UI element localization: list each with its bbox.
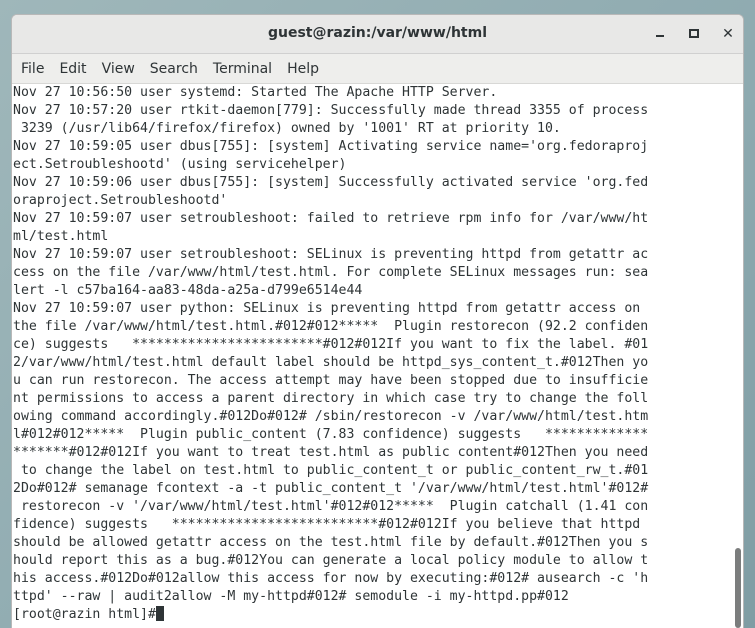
minimize-button[interactable] bbox=[649, 24, 671, 46]
terminal-line: should be allowed getattr access on the … bbox=[13, 535, 649, 550]
terminal-line: restorecon -v '/var/www/html/test.html'#… bbox=[13, 499, 649, 514]
menu-help[interactable]: Help bbox=[287, 59, 319, 79]
menu-bar: File Edit View Search Terminal Help bbox=[12, 54, 743, 84]
terminal-line: Nov 27 10:56:50 user systemd: Started Th… bbox=[13, 85, 498, 100]
shell-prompt: [root@razin html]# bbox=[13, 607, 156, 622]
terminal-line: Nov 27 10:59:07 user setroubleshoot: fai… bbox=[13, 211, 649, 226]
prompt-line[interactable]: [root@razin html]# bbox=[12, 606, 733, 624]
menu-search[interactable]: Search bbox=[150, 59, 198, 79]
maximize-icon bbox=[689, 29, 699, 38]
terminal-line: Nov 27 10:57:20 user rtkit-daemon[779]: … bbox=[13, 103, 649, 118]
terminal-line: Nov 27 10:59:07 user setroubleshoot: SEL… bbox=[13, 247, 649, 262]
close-icon: ✕ bbox=[722, 26, 734, 42]
terminal-line: Nov 27 10:59:05 user dbus[755]: [system]… bbox=[13, 139, 649, 154]
terminal-line: u can run restorecon. The access attempt… bbox=[13, 373, 649, 388]
terminal-line: to change the label on test.html to publ… bbox=[13, 463, 649, 478]
scrollbar-thumb[interactable] bbox=[735, 548, 741, 628]
terminal-line: Nov 27 10:59:06 user dbus[755]: [system]… bbox=[13, 175, 649, 190]
terminal-line: hould report this as a bug.#012You can g… bbox=[13, 553, 649, 568]
terminal-line: ect.Setroubleshootd' (using servicehelpe… bbox=[13, 157, 347, 172]
terminal-line: cess on the file /var/www/html/test.html… bbox=[13, 265, 649, 280]
menu-file[interactable]: File bbox=[21, 59, 44, 79]
terminal-line: *******#012#012If you want to treat test… bbox=[13, 445, 649, 460]
terminal-window: guest@razin:/var/www/html ✕ File Edit Vi… bbox=[11, 14, 744, 628]
terminal-line: 2/var/www/html/test.html default label s… bbox=[13, 355, 649, 370]
terminal-line: lert -l c57ba164-aa83-48da-a25a-d799e651… bbox=[13, 283, 363, 298]
terminal-line: 2Do#012# semanage fcontext -a -t public_… bbox=[13, 481, 649, 496]
terminal-line: Nov 27 10:59:07 user python: SELinux is … bbox=[13, 301, 641, 316]
terminal-line: the file /var/www/html/test.html.#012#01… bbox=[13, 319, 649, 334]
terminal-line: ttpd' --raw | audit2allow -M my-httpd#01… bbox=[13, 589, 569, 604]
terminal-line: l#012#012***** Plugin public_content (7.… bbox=[13, 427, 649, 442]
terminal-line: oraproject.Setroubleshootd' bbox=[13, 193, 228, 208]
close-button[interactable]: ✕ bbox=[717, 24, 739, 46]
terminal-line: 3239 (/usr/lib64/firefox/firefox) owned … bbox=[13, 121, 561, 136]
terminal-line: owing command accordingly.#012Do#012# /s… bbox=[13, 409, 649, 424]
minimize-icon bbox=[656, 35, 664, 37]
menu-terminal[interactable]: Terminal bbox=[213, 59, 272, 79]
terminal-line: his access.#012Do#012allow this access f… bbox=[13, 571, 649, 586]
menu-edit[interactable]: Edit bbox=[59, 59, 86, 79]
window-title: guest@razin:/var/www/html bbox=[267, 25, 488, 41]
menu-view[interactable]: View bbox=[102, 59, 135, 79]
text-cursor bbox=[155, 606, 164, 621]
terminal-line: nt permissions to access a parent direct… bbox=[13, 391, 649, 406]
title-bar[interactable]: guest@razin:/var/www/html ✕ bbox=[12, 15, 743, 54]
terminal-line: ml/test.html bbox=[13, 229, 109, 244]
terminal-line: ce) suggests ************************#01… bbox=[13, 337, 649, 352]
vertical-scrollbar[interactable] bbox=[733, 84, 743, 628]
terminal-output[interactable]: Nov 27 10:56:50 user systemd: Started Th… bbox=[12, 84, 733, 628]
maximize-button[interactable] bbox=[683, 24, 705, 46]
terminal-line: fidence) suggests **********************… bbox=[13, 517, 641, 532]
